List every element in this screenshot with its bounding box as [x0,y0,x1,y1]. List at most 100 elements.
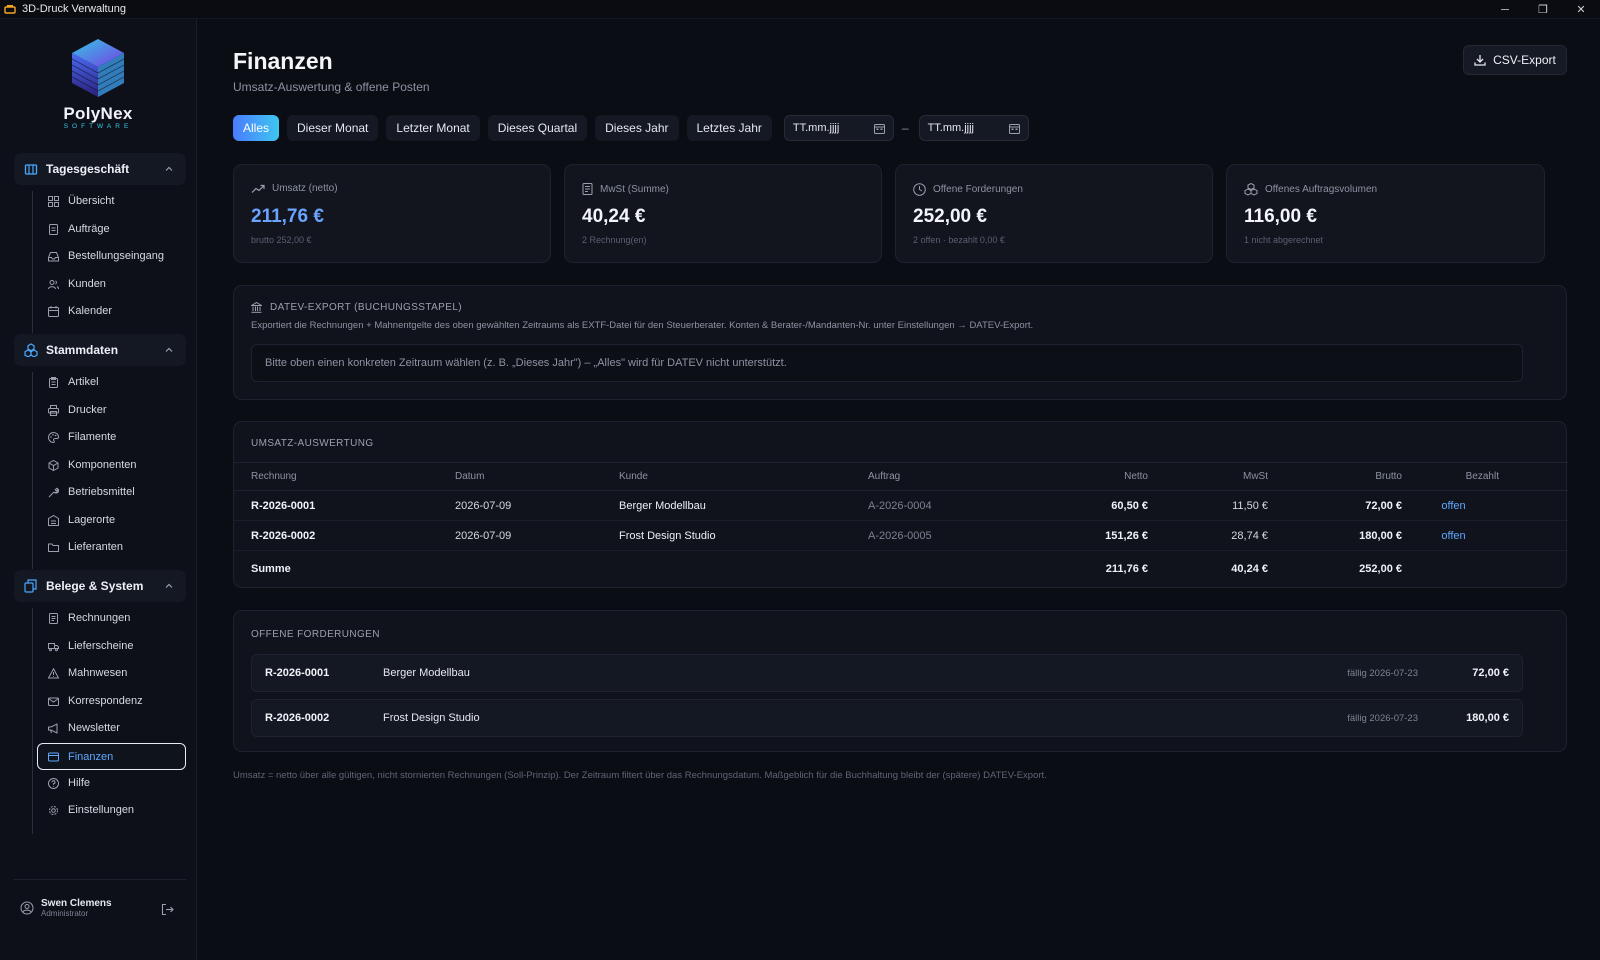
sidebar-item-komponenten[interactable]: Komponenten [38,453,186,477]
user-profile[interactable]: Swen Clemens Administrator [20,898,112,918]
filter-chip-dieses-jahr[interactable]: Dieses Jahr [595,115,679,141]
open-item-customer: Frost Design Studio [383,712,480,724]
sidebar-item-label: Hilfe [68,777,91,789]
minimize-button[interactable]: ─ [1486,0,1524,19]
column-header: Bezahlt [1402,462,1505,491]
sidebar-item-label: Übersicht [68,195,115,207]
window-title: 3D-Druck Verwaltung [22,3,126,15]
sidebar-item-drucker[interactable]: Drucker [38,398,186,422]
open-item-invoice: R-2026-0001 [265,667,330,679]
sidebar-item-kunden[interactable]: Kunden [38,272,186,296]
column-header: MwSt [1148,462,1268,491]
date-to-input[interactable]: TT.mm.jjjj [918,115,1029,141]
user-icon [20,901,34,915]
group-tagesgeschaeft[interactable]: Tagesgeschäft [14,153,186,185]
datev-export-panel: DATEV-EXPORT (BUCHUNGSSTAPEL) Exportiert… [233,285,1567,400]
column-header: Netto [998,462,1148,491]
list-item[interactable]: R-2026-0002 Frost Design Studio fällig 2… [251,699,1523,737]
sidebar-item-bestellungseingang[interactable]: Bestellungseingang [38,244,186,268]
sidebar-item-label: Drucker [68,404,107,416]
sidebar-item-auftraege[interactable]: Aufträge [38,217,186,241]
filter-chip-dieser-monat[interactable]: Dieser Monat [287,115,379,141]
users-icon [48,279,59,289]
user-name: Swen Clemens [41,898,112,909]
sum-vat: 40,24 € [1148,550,1268,587]
sidebar-item-hilfe[interactable]: Hilfe [38,771,186,795]
cell-order: A-2026-0005 [868,520,998,551]
sidebar-item-korrespondenz[interactable]: Korrespondenz [38,689,186,713]
chevron-up-icon [165,166,173,171]
kpi-label: Offenes Auftragsvolumen [1265,184,1378,195]
bank-icon [251,302,262,313]
table-row[interactable]: R-2026-0001 2026-07-09 Berger Modellbau … [234,490,1568,521]
filter-chip-dieses-quartal[interactable]: Dieses Quartal [487,115,588,141]
group-stammdaten[interactable]: Stammdaten [14,334,186,366]
main-content: Finanzen Umsatz-Auswertung & offene Post… [197,19,1600,960]
calendar-icon [48,305,59,317]
sidebar-item-einstellungen[interactable]: Einstellungen [38,798,186,822]
sidebar-item-lagerorte[interactable]: Lagerorte [38,508,186,532]
filter-chip-letztes-jahr[interactable]: Letztes Jahr [686,115,772,141]
cell-gross: 72,00 € [1268,490,1402,521]
close-button[interactable]: ✕ [1562,0,1600,19]
megaphone-icon [48,722,58,734]
sidebar-item-betriebsmittel[interactable]: Betriebsmittel [38,480,186,504]
filter-chip-alles[interactable]: Alles [233,115,280,141]
nav-guide-line [32,372,33,569]
building-icon [24,164,38,175]
truck-icon [48,642,59,651]
kpi-subtext: 2 Rechnung(en) [582,235,647,245]
calendar-icon[interactable] [1008,123,1020,134]
trend-up-icon [251,184,265,193]
open-item-due: fällig 2026-07-23 [1347,713,1418,724]
sidebar-item-label: Newsletter [68,722,120,734]
calendar-icon[interactable] [873,123,885,134]
logout-icon[interactable] [161,903,174,916]
open-item-due: fällig 2026-07-23 [1347,668,1418,679]
sidebar-item-label: Bestellungseingang [68,250,165,262]
sidebar-item-label: Betriebsmittel [68,486,135,498]
kpi-value: 211,76 € [251,206,324,227]
brand-name: PolyNex [63,104,133,123]
sidebar-item-label: Artikel [68,376,99,388]
sidebar-item-filamente[interactable]: Filamente [38,425,186,449]
open-item-invoice: R-2026-0002 [265,712,330,724]
cell-paid-status[interactable]: offen [1402,520,1505,551]
warehouse-icon [48,514,59,526]
sidebar-item-kalender[interactable]: Kalender [38,299,186,323]
printer-icon [48,404,59,416]
sidebar-item-newsletter[interactable]: Newsletter [38,716,186,740]
date-from-placeholder: TT.mm.jjjj [792,122,840,134]
inbox-icon [48,251,59,261]
sidebar-item-label: Finanzen [68,750,114,763]
filter-chip-letzter-monat[interactable]: Letzter Monat [386,115,480,141]
sidebar-item-finanzen[interactable]: Finanzen [37,743,186,770]
sidebar-item-artikel[interactable]: Artikel [38,370,186,394]
maximize-button[interactable]: ❐ [1524,0,1562,19]
sidebar-item-mahnwesen[interactable]: Mahnwesen [38,661,186,685]
documents-icon [24,579,37,593]
list-item[interactable]: R-2026-0001 Berger Modellbau fällig 2026… [251,654,1523,692]
kpi-subtext: brutto 252,00 € [251,235,312,245]
group-belege-system[interactable]: Belege & System [14,570,186,602]
cell-customer: Frost Design Studio [619,520,868,551]
sidebar-item-lieferanten[interactable]: Lieferanten [38,535,186,559]
boxes-icon [1244,183,1258,196]
column-header: Rechnung [234,462,455,491]
date-from-input[interactable]: TT.mm.jjjj [783,115,894,141]
sidebar: PolyNex SOFTWARE Tagesgeschäft Übersicht… [0,19,197,960]
sidebar-item-label: Rechnungen [68,612,131,624]
sidebar-item-label: Kunden [68,278,106,290]
kpi-card-offene-forderungen: Offene Forderungen 252,00 € 2 offen · be… [895,164,1213,263]
kpi-card-umsatz: Umsatz (netto) 211,76 € brutto 252,00 € [233,164,551,263]
cell-paid-status[interactable]: offen [1402,490,1505,521]
kpi-card-auftragsvolumen: Offenes Auftragsvolumen 116,00 € 1 nicht… [1226,164,1545,263]
sidebar-item-uebersicht[interactable]: Übersicht [38,189,186,213]
sum-label: Summe [234,550,455,587]
csv-export-button[interactable]: CSV-Export [1463,45,1567,75]
table-row[interactable]: R-2026-0002 2026-07-09 Frost Design Stud… [234,520,1568,551]
help-icon [48,777,59,789]
folder-icon [48,543,59,552]
sidebar-item-rechnungen[interactable]: Rechnungen [38,606,186,630]
sidebar-item-lieferscheine[interactable]: Lieferscheine [38,634,186,658]
